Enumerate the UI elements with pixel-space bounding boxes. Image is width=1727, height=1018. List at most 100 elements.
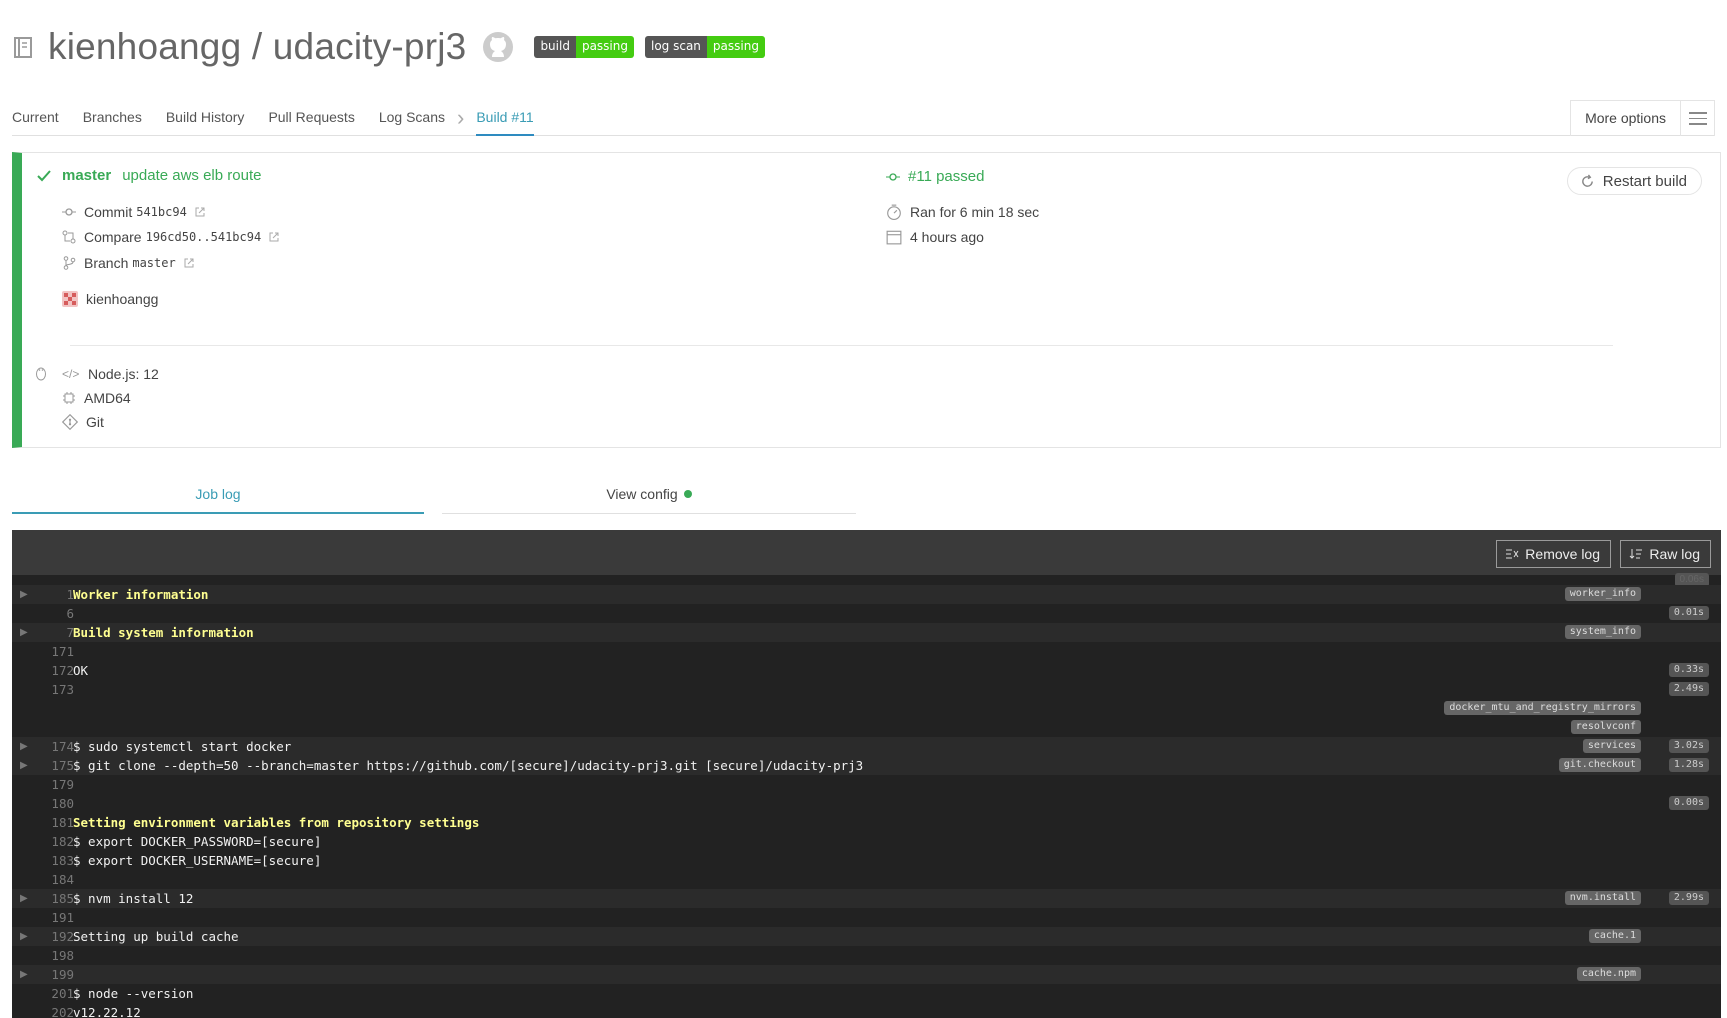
line-number[interactable]: 199 <box>32 965 74 984</box>
line-number[interactable]: 180 <box>32 794 74 813</box>
line-text: $ export DOCKER_USERNAME=[secure] <box>73 853 322 868</box>
language-row: </> Node.js: 12 <box>62 366 159 382</box>
line-number[interactable]: 191 <box>32 908 74 927</box>
author-name: kienhoangg <box>86 291 159 307</box>
tab-build-11[interactable]: Build #11 <box>476 100 534 136</box>
duration-badge: 1.28s <box>1668 758 1709 772</box>
tab-current[interactable]: Current <box>12 100 59 136</box>
line-number[interactable]: 175 <box>32 756 74 775</box>
line-number[interactable]: 174 <box>32 737 74 756</box>
tab-branches[interactable]: Branches <box>83 100 142 136</box>
author-row: kienhoangg <box>62 291 158 307</box>
branch-name[interactable]: master <box>62 167 111 184</box>
fold-tag: worker_info <box>1564 587 1641 601</box>
log-toolbar: Remove log Raw log <box>12 530 1721 575</box>
fold-tag: nvm.install <box>1564 891 1641 905</box>
log-line: 171 <box>12 642 1721 661</box>
line-text: v12.22.12 <box>73 1005 141 1018</box>
log-top-spacer: 0.06s <box>12 573 1721 587</box>
line-number[interactable]: 198 <box>32 946 74 965</box>
log-line[interactable]: ▶ 199 cache.npm <box>12 965 1721 984</box>
log-line[interactable]: ▶ 1 Worker information worker_info <box>12 585 1721 604</box>
log-line[interactable]: ▶ 174 $ sudo systemctl start docker service… <box>12 737 1721 756</box>
raw-log-button[interactable]: Raw log <box>1620 540 1711 568</box>
cpu-icon <box>63 392 75 404</box>
tab-pull-requests[interactable]: Pull Requests <box>268 100 354 136</box>
line-number[interactable]: 184 <box>32 870 74 889</box>
more-options-button[interactable]: More options <box>1570 100 1715 136</box>
language-text: Node.js: 12 <box>88 366 159 382</box>
repo-icon <box>14 37 32 58</box>
log-line[interactable]: ▶ 7 Build system information system_info <box>12 623 1721 642</box>
duration-badge: 2.99s <box>1668 891 1709 905</box>
restart-build-button[interactable]: Restart build <box>1566 167 1702 195</box>
commit-sha[interactable]: 541bc94 <box>136 205 187 219</box>
branch-row[interactable]: Branch master <box>62 255 194 271</box>
repo-title[interactable]: kienhoangg / udacity-prj3 <box>48 26 466 68</box>
log-line: docker_mtu_and_registry_mirrors <box>12 699 1721 718</box>
build-number-status: #11 passed <box>908 168 985 185</box>
line-number[interactable]: 185 <box>32 889 74 908</box>
log-line[interactable]: ▶ 192 Setting up build cache cache.1 <box>12 927 1721 946</box>
log-line: 179 <box>12 775 1721 794</box>
build-status-badge[interactable]: build passing <box>534 36 634 58</box>
breadcrumb-chevron-icon: › <box>457 105 465 130</box>
fold-arrow-icon[interactable]: ▶ <box>20 585 28 604</box>
line-number[interactable]: 192 <box>32 927 74 946</box>
log-line: 191 <box>12 908 1721 927</box>
line-text: $ sudo systemctl start docker <box>73 739 292 754</box>
fold-arrow-icon[interactable]: ▶ <box>20 927 28 946</box>
fold-arrow-icon[interactable]: ▶ <box>20 889 28 908</box>
tab-build-history[interactable]: Build History <box>166 100 245 136</box>
git-icon <box>62 414 78 430</box>
duration-badge: 0.01s <box>1668 606 1709 620</box>
line-number[interactable]: 181 <box>32 813 74 832</box>
log-line[interactable]: ▶ 175 $ git clone --depth=50 --branch=mast… <box>12 756 1721 775</box>
fold-arrow-icon[interactable]: ▶ <box>20 623 28 642</box>
line-number[interactable]: 182 <box>32 832 74 851</box>
log-line[interactable]: ▶ 185 $ nvm install 12 nvm.install 2.99s <box>12 889 1721 908</box>
line-number[interactable]: 171 <box>32 642 74 661</box>
line-number[interactable]: 173 <box>32 680 74 699</box>
fold-tag: services <box>1582 739 1641 753</box>
external-link-icon[interactable] <box>195 207 205 217</box>
tab-job-log[interactable]: Job log <box>12 486 424 514</box>
repo-header: kienhoangg / udacity-prj3 build passing … <box>12 22 765 72</box>
line-number[interactable]: 201 <box>32 984 74 1003</box>
fold-arrow-icon[interactable]: ▶ <box>20 965 28 984</box>
commit-row[interactable]: Commit 541bc94 <box>62 204 205 220</box>
log-scan-badge[interactable]: log scan passing <box>644 36 765 58</box>
line-number[interactable]: 202 <box>32 1003 74 1018</box>
branch-label: Branch <box>84 255 129 271</box>
line-number[interactable]: 7 <box>32 623 74 642</box>
compare-range[interactable]: 196cd50..541bc94 <box>146 230 262 244</box>
external-link-icon[interactable] <box>184 258 194 268</box>
branch-icon <box>63 256 76 270</box>
tab-log-scans[interactable]: Log Scans <box>379 100 445 136</box>
arch-row: AMD64 <box>62 390 131 406</box>
commit-label: Commit <box>84 204 133 220</box>
fold-tag: cache.1 <box>1588 929 1641 943</box>
code-icon: </> <box>62 367 80 381</box>
line-number[interactable]: 179 <box>32 775 74 794</box>
log-line: 198 <box>12 946 1721 965</box>
remove-log-icon <box>1506 549 1519 559</box>
linux-icon <box>36 367 46 381</box>
github-icon[interactable] <box>482 31 514 63</box>
fold-arrow-icon[interactable]: ▶ <box>20 756 28 775</box>
fold-arrow-icon[interactable]: ▶ <box>20 737 28 756</box>
line-number[interactable]: 1 <box>32 585 74 604</box>
line-number[interactable]: 172 <box>32 661 74 680</box>
tab-view-config[interactable]: View config <box>442 486 856 514</box>
remove-log-button[interactable]: Remove log <box>1496 540 1611 568</box>
external-link-icon[interactable] <box>269 232 279 242</box>
branch-value[interactable]: master <box>132 256 175 270</box>
log-line: 184 <box>12 870 1721 889</box>
log-line: 182 $ export DOCKER_PASSWORD=[secure] <box>12 832 1721 851</box>
line-number[interactable]: 6 <box>32 604 74 623</box>
line-number[interactable]: 183 <box>32 851 74 870</box>
compare-row[interactable]: Compare 196cd50..541bc94 <box>62 229 279 245</box>
log-line: resolvconf <box>12 718 1721 737</box>
duration-badge: 2.49s <box>1668 682 1709 696</box>
restart-icon <box>1581 173 1593 187</box>
